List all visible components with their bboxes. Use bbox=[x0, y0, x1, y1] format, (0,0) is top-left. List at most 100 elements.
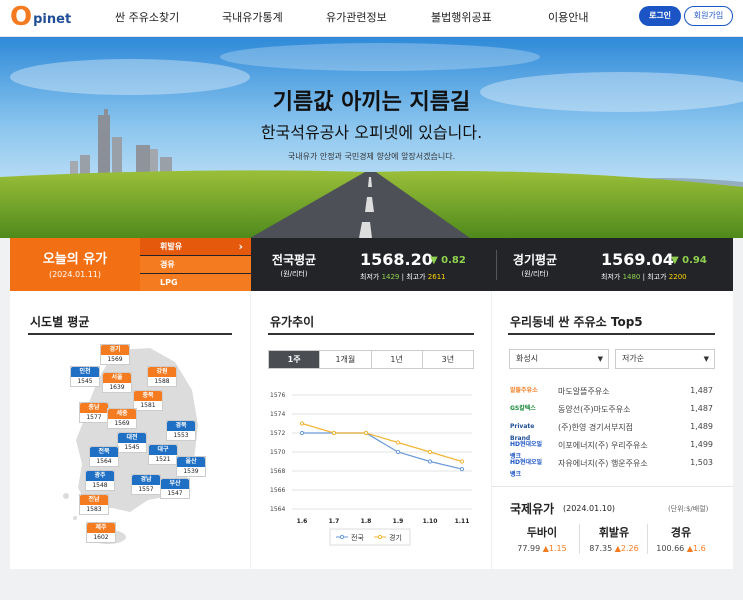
gyeonggi-max-label: 최고가 bbox=[647, 273, 667, 281]
intl-diesel-change: ▲1.6 bbox=[686, 544, 706, 553]
region-badge[interactable]: 경북 1553 bbox=[166, 420, 196, 441]
data-point bbox=[363, 430, 369, 436]
nav-price-info[interactable]: 유가관련정보 bbox=[326, 9, 387, 25]
y-tick-label: 1576 bbox=[270, 392, 285, 399]
region-select[interactable]: 화성시 ▼ bbox=[509, 349, 609, 369]
region-name: 충남 bbox=[80, 403, 108, 413]
fuel-tab-lpg[interactable]: LPG bbox=[140, 274, 251, 291]
region-badge[interactable]: 서울 1639 bbox=[102, 372, 132, 393]
region-badge[interactable]: 경기 1569 bbox=[100, 344, 130, 365]
intl-dubai-name: 두바이 bbox=[526, 526, 558, 539]
gyeonggi-sep: | bbox=[642, 273, 645, 281]
caret-down-icon: ▼ bbox=[703, 355, 709, 363]
station-price: 1,487 bbox=[690, 386, 713, 395]
station-row[interactable]: GS칼텍스 동양선(주)마도주유소 1,487 bbox=[510, 401, 715, 419]
region-badge[interactable]: 충북 1581 bbox=[133, 390, 163, 411]
region-value: 1557 bbox=[138, 486, 154, 493]
region-badge[interactable]: 전남 1583 bbox=[79, 494, 109, 515]
region-badge[interactable]: 대전 1545 bbox=[117, 432, 147, 453]
hero-description: 국내유가 안정과 국민경제 향상에 앞장서겠습니다. bbox=[287, 152, 456, 161]
region-badge[interactable]: 충남 1577 bbox=[79, 402, 109, 423]
period-tabs: 1주 1개월 1년 3년 bbox=[268, 350, 474, 369]
region-value: 1577 bbox=[86, 414, 102, 421]
station-name: 마도알뜰주유소 bbox=[558, 387, 610, 396]
station-brand-logo: HD현대오일뱅크 bbox=[510, 441, 543, 460]
fuel-tab-diesel[interactable]: 경유 bbox=[140, 256, 251, 273]
legend-label: 경기 bbox=[389, 533, 402, 542]
region-name: 인천 bbox=[71, 367, 99, 377]
station-name: 동양선(주)마도주유소 bbox=[558, 405, 631, 414]
region-name: 세종 bbox=[108, 409, 136, 419]
today-price-box: 오늘의 유가 (2024.01.11) bbox=[10, 238, 140, 291]
station-name: 자유에너지(주) 행운주유소 bbox=[558, 459, 648, 468]
gyeonggi-min-max: 최저가 1480 | 최고가 2200 bbox=[601, 272, 687, 282]
region-badge[interactable]: 부산 1547 bbox=[160, 478, 190, 499]
nav-illegal-notice[interactable]: 불법행위공표 bbox=[431, 9, 492, 25]
region-value: 1569 bbox=[114, 420, 130, 427]
y-tick-label: 1564 bbox=[270, 506, 285, 513]
nav-guide[interactable]: 이용안내 bbox=[548, 9, 588, 25]
station-row[interactable]: HD현대오일뱅크 이포에너지(주) 우리주유소 1,499 bbox=[510, 437, 715, 460]
region-badge[interactable]: 세종 1569 bbox=[107, 408, 137, 429]
station-row[interactable]: HD현대오일뱅크 자유에너지(주) 행운주유소 1,503 bbox=[510, 455, 715, 478]
national-min-label: 최저가 bbox=[360, 273, 380, 281]
tab-1week[interactable]: 1주 bbox=[269, 351, 321, 368]
regional-title-underline bbox=[28, 333, 232, 335]
data-point bbox=[331, 430, 337, 436]
region-value: 1581 bbox=[140, 402, 156, 409]
gyeonggi-max-value: 2200 bbox=[668, 273, 687, 281]
sort-select-value: 저가순 bbox=[622, 354, 645, 363]
region-value: 1569 bbox=[107, 356, 123, 363]
region-name: 울산 bbox=[177, 457, 205, 467]
station-price: 1,487 bbox=[690, 404, 713, 413]
page-bottom bbox=[0, 569, 743, 600]
region-badge[interactable]: 인천 1545 bbox=[70, 366, 100, 387]
region-badge[interactable]: 제주 1602 bbox=[86, 522, 116, 543]
nav-domestic-stats[interactable]: 국내유가통계 bbox=[222, 9, 283, 25]
opinet-logo[interactable]: O pinet bbox=[10, 4, 71, 30]
national-avg-change: ▼ 0.82 bbox=[430, 255, 466, 266]
gyeonggi-avg-value: 1569.04 bbox=[601, 250, 674, 269]
national-sep: | bbox=[401, 273, 404, 281]
national-avg-value: 1568.20 bbox=[360, 250, 433, 269]
region-value: 1547 bbox=[167, 490, 183, 497]
fuel-tab-gasoline[interactable]: 휘발유 › bbox=[140, 238, 251, 255]
region-badge[interactable]: 경남 1557 bbox=[131, 474, 161, 495]
region-value: 1521 bbox=[155, 456, 171, 463]
nav-find-station[interactable]: 싼 주유소찾기 bbox=[115, 9, 179, 25]
region-name: 제주 bbox=[87, 523, 115, 533]
series-line bbox=[302, 432, 463, 470]
tab-1year[interactable]: 1년 bbox=[372, 351, 423, 368]
station-name: 이포에너지(주) 우리주유소 bbox=[558, 441, 648, 450]
top5-title: 우리동네 싼 주유소 Top5 bbox=[510, 315, 643, 329]
region-badge[interactable]: 강원 1588 bbox=[147, 366, 177, 387]
station-row[interactable]: 알뜰주유소 마도알뜰주유소 1,487 bbox=[510, 383, 715, 401]
region-badge[interactable]: 대구 1521 bbox=[148, 444, 178, 465]
station-row[interactable]: Private Brand (주)한영 경기서부지점 1,489 bbox=[510, 419, 715, 442]
tab-3year[interactable]: 3년 bbox=[423, 351, 473, 368]
region-name: 전남 bbox=[80, 495, 108, 505]
today-date: (2024.01.11) bbox=[48, 270, 102, 279]
gyeonggi-min-value: 1480 bbox=[622, 273, 641, 281]
intl-gasoline: 휘발유 87.35 ▲2.26 bbox=[579, 524, 649, 553]
tab-1month[interactable]: 1개월 bbox=[320, 351, 372, 368]
x-tick-label: 1.7 bbox=[329, 518, 340, 525]
region-badge[interactable]: 전북 1564 bbox=[89, 446, 119, 467]
region-badge[interactable]: 광주 1548 bbox=[85, 470, 115, 491]
intl-diesel-name: 경유 bbox=[670, 526, 692, 539]
station-price: 1,503 bbox=[690, 458, 713, 467]
station-price: 1,499 bbox=[690, 440, 713, 449]
today-title: 오늘의 유가 bbox=[42, 252, 108, 267]
logo-mark: O bbox=[10, 2, 33, 32]
region-name: 광주 bbox=[86, 471, 114, 481]
station-name: (주)한영 경기서부지점 bbox=[558, 423, 634, 432]
region-badge[interactable]: 울산 1539 bbox=[176, 456, 206, 477]
data-point bbox=[427, 449, 433, 455]
region-name: 전북 bbox=[90, 447, 118, 457]
region-name: 대전 bbox=[118, 433, 146, 443]
sort-select[interactable]: 저가순 ▼ bbox=[615, 349, 715, 369]
region-value: 1545 bbox=[124, 444, 140, 451]
national-avg-unit: (원/리터) bbox=[280, 270, 308, 278]
signup-button[interactable]: 회원가입 bbox=[684, 6, 733, 26]
login-button[interactable]: 로그인 bbox=[639, 6, 681, 26]
